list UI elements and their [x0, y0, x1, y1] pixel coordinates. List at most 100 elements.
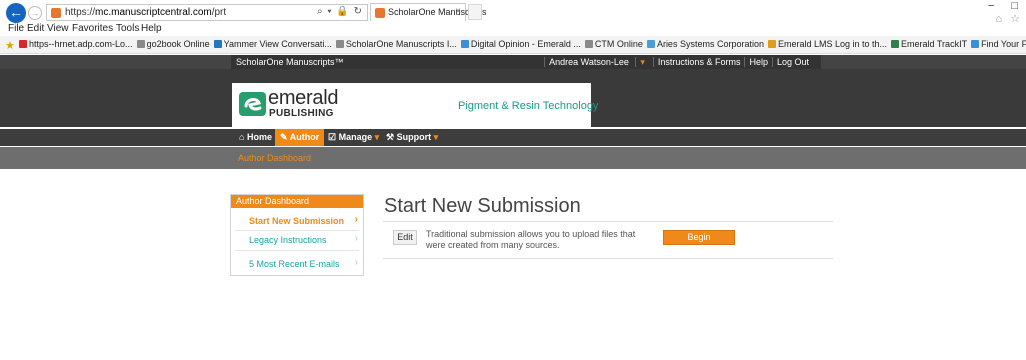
menu-edit[interactable]: Edit: [27, 23, 44, 34]
sidebar-title[interactable]: Author Dashboard: [231, 195, 363, 208]
nav-author-label: Author: [289, 132, 320, 142]
forward-arrow-icon: →: [30, 8, 40, 18]
browser-menubar: File Edit View Favorites Tools Help: [0, 23, 1026, 35]
journal-title: Pigment & Resin Technology: [458, 100, 599, 112]
content-divider-bottom: [383, 258, 833, 259]
address-tools-icons[interactable]: ⌕ ▾ 🔒 ↻: [317, 6, 363, 17]
maximize-icon[interactable]: □: [1011, 0, 1018, 12]
favorite-link[interactable]: go2book Online: [136, 39, 210, 49]
back-button[interactable]: ←: [6, 3, 26, 23]
menu-favorites[interactable]: Favorites: [72, 23, 113, 34]
author-dashboard-sidebar: Author Dashboard Start New Submission › …: [230, 194, 364, 276]
back-arrow-icon: ←: [9, 4, 23, 20]
favorite-link[interactable]: Emerald LMS Log in to th...: [767, 39, 888, 49]
nav-support[interactable]: ⚒ Support ▾: [381, 129, 443, 146]
nav-manage-label: Manage: [338, 132, 373, 142]
pencil-icon: ✎: [280, 132, 288, 142]
ie-page-icon: [971, 40, 980, 48]
favorites-star-icon[interactable]: ★: [5, 39, 15, 52]
favorite-link[interactable]: ScholarOne Manuscripts I...: [335, 39, 457, 49]
logo-subwordmark: PUBLISHING: [269, 108, 334, 119]
logo-wordmark: emerald: [268, 87, 339, 109]
menu-view[interactable]: View: [47, 23, 69, 34]
yammer-icon: [213, 40, 222, 48]
forward-button[interactable]: →: [28, 6, 42, 20]
breadcrumb-bar: Author Dashboard: [0, 147, 1026, 169]
favorites-list: https--hrnet.adp.com-Lo... go2book Online…: [19, 39, 1026, 49]
breadcrumb[interactable]: Author Dashboard: [238, 153, 311, 163]
home-icon: ⌂: [239, 132, 245, 142]
submission-description: Traditional submission allows you to upl…: [426, 229, 636, 250]
tab-favicon-icon: [375, 8, 385, 18]
wrench-icon: ⚒: [386, 132, 395, 142]
favorite-label: CTM Online: [594, 39, 643, 49]
checkbox-icon: ☑: [328, 132, 337, 142]
favorite-label: Emerald TrackIT: [901, 39, 968, 49]
nav-support-label: Support: [396, 132, 432, 142]
content-divider-top: [383, 221, 833, 222]
favorite-label: Find Your Feet: [981, 39, 1026, 49]
favorite-link[interactable]: Yammer View Conversati...: [213, 39, 332, 49]
chevron-down-icon: ▾: [433, 132, 439, 142]
menu-tools[interactable]: Tools: [116, 23, 139, 34]
sidebar-item-start-new-submission[interactable]: Start New Submission: [249, 216, 344, 226]
url-host: mc.manuscriptcentral.com: [95, 7, 212, 18]
instructions-forms-link[interactable]: Instructions & Forms: [652, 57, 745, 67]
minimize-icon[interactable]: −: [988, 0, 994, 12]
emerald-logo-icon: [239, 92, 266, 116]
page-icon: [584, 40, 593, 48]
browser-titlebar: ← → https://mc.manuscriptcentral.com/prt…: [0, 0, 1026, 25]
page-icon: [136, 40, 145, 48]
favorite-link[interactable]: CTM Online: [584, 39, 643, 49]
logout-link[interactable]: Log Out: [771, 57, 813, 67]
favorite-label: go2book Online: [146, 39, 210, 49]
sidebar-divider: [235, 250, 359, 251]
nav-home-label: Home: [246, 132, 272, 142]
chat-icon: [335, 40, 344, 48]
nav-manage[interactable]: ☑ Manage ▾: [323, 129, 384, 146]
browser-tab[interactable]: ScholarOne Manuscripts ×: [370, 3, 487, 21]
begin-submission-button[interactable]: Begin Submission: [663, 230, 735, 255]
site-favicon-icon: [51, 8, 61, 18]
main-nav: ⌂ Home ✎ Author ☑ Manage ▾ ⚒ Support ▾: [0, 129, 1026, 146]
site-user-links: Andrea Watson-Lee ▾ Instructions & Forms H…: [540, 57, 813, 68]
ie-page-icon: [460, 40, 469, 48]
user-name: Andrea Watson-Lee: [544, 57, 633, 67]
sidebar-divider: [235, 230, 359, 231]
chevron-down-icon: ▾: [635, 57, 649, 67]
adp-icon: [19, 40, 27, 48]
nav-home[interactable]: ⌂ Home: [234, 129, 277, 146]
favorite-label: Aries Systems Corporation: [656, 39, 764, 49]
address-url[interactable]: https://mc.manuscriptcentral.com/prt: [65, 7, 226, 18]
favorite-link[interactable]: Emerald TrackIT: [891, 39, 967, 49]
tab-close-icon[interactable]: ×: [455, 6, 461, 17]
favorite-label: https--hrnet.adp.com-Lo...: [29, 39, 133, 49]
sidebar-item-legacy-instructions[interactable]: Legacy Instructions: [249, 235, 327, 245]
sidebar-item-recent-emails[interactable]: 5 Most Recent E-mails: [249, 259, 340, 269]
favorite-link[interactable]: Digital Opinion - Emerald ...: [460, 39, 581, 49]
lms-icon: [767, 40, 776, 48]
address-bar[interactable]: https://mc.manuscriptcentral.com/prt ⌕ ▾…: [46, 4, 368, 21]
trackit-icon: [891, 40, 900, 48]
favorite-link[interactable]: Find Your Feet: [971, 39, 1026, 49]
menu-help[interactable]: Help: [141, 23, 162, 34]
help-link[interactable]: Help: [744, 57, 772, 67]
chevron-right-icon: ›: [354, 214, 358, 225]
edit-button[interactable]: Edit: [393, 230, 417, 245]
site-brand: ScholarOne Manuscripts™: [236, 57, 344, 67]
chevron-right-icon: ›: [354, 257, 358, 268]
user-menu[interactable]: Andrea Watson-Lee ▾: [540, 57, 653, 67]
favorite-link[interactable]: https--hrnet.adp.com-Lo...: [19, 39, 133, 49]
site-topbar: ScholarOne Manuscripts™ Andrea Watson-Le…: [0, 55, 1026, 69]
page-title: Start New Submission: [384, 195, 581, 217]
favorite-label: Emerald LMS Log in to th...: [777, 39, 888, 49]
new-tab-button[interactable]: [468, 4, 482, 20]
favorite-link[interactable]: Aries Systems Corporation: [646, 39, 764, 49]
nav-author[interactable]: ✎ Author: [275, 129, 325, 146]
menu-file[interactable]: File: [8, 23, 24, 34]
chevron-down-icon: ▾: [374, 132, 380, 142]
favorites-bar: ★ https--hrnet.adp.com-Lo... go2book Onli…: [0, 36, 1026, 54]
journal-banner: emerald PUBLISHING Pigment & Resin Techn…: [232, 83, 598, 129]
favorite-label: Digital Opinion - Emerald ...: [470, 39, 581, 49]
chevron-right-icon: ›: [354, 233, 358, 244]
